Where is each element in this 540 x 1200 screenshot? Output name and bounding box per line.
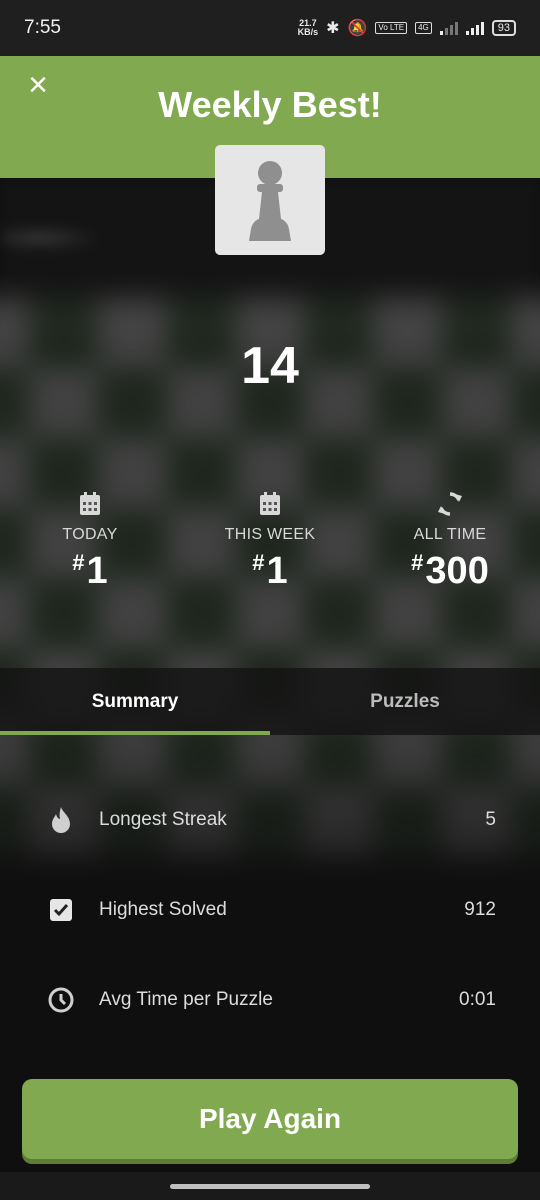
rank-all-time: ALL TIME #300 xyxy=(360,490,540,593)
signal-icon-1 xyxy=(439,21,458,35)
stat-value: 0:01 xyxy=(459,989,496,1010)
status-bar: 7:55 21.7 KB/s ✱ 🔕 Vo LTE 4G 93 xyxy=(0,0,540,56)
stat-label: Highest Solved xyxy=(99,899,227,920)
blurred-board-background xyxy=(0,178,540,1078)
stat-highest-solved: Highest Solved 912 xyxy=(0,886,540,934)
network-type: 4G xyxy=(415,22,432,34)
home-indicator[interactable] xyxy=(170,1184,370,1189)
rank-value: #1 xyxy=(72,550,108,592)
rank-this-week: THIS WEEK #1 xyxy=(180,490,360,593)
rank-today: TODAY #1 xyxy=(0,490,180,593)
rank-value: #300 xyxy=(411,550,489,592)
tab-summary[interactable]: Summary xyxy=(0,668,270,735)
rank-label: TODAY xyxy=(62,526,118,543)
stat-label: Longest Streak xyxy=(99,809,227,830)
stat-label: Avg Time per Puzzle xyxy=(99,989,273,1010)
flame-icon xyxy=(48,807,74,833)
calendar-icon xyxy=(80,492,100,515)
pawn-icon xyxy=(249,161,291,241)
stat-avg-time: Avg Time per Puzzle 0:01 xyxy=(0,976,540,1024)
page-title: Weekly Best! xyxy=(158,84,382,125)
stat-value: 5 xyxy=(485,809,496,830)
rank-label: ALL TIME xyxy=(413,526,487,543)
pawn-avatar xyxy=(215,145,325,255)
clock-icon xyxy=(48,987,74,1013)
bluetooth-icon: ✱ xyxy=(326,20,340,37)
mute-icon: 🔕 xyxy=(347,20,368,37)
rank-label: THIS WEEK xyxy=(224,526,316,543)
battery-icon: 93 xyxy=(491,20,516,36)
play-again-button[interactable]: Play Again xyxy=(22,1079,518,1159)
net-speed: 21.7 KB/s xyxy=(297,18,319,37)
checkbox-icon xyxy=(48,897,74,923)
tab-puzzles[interactable]: Puzzles xyxy=(270,668,540,735)
tab-bar: Summary Puzzles xyxy=(0,668,540,735)
score-value: 14 xyxy=(241,337,299,395)
gesture-nav xyxy=(0,1172,540,1200)
stat-value: 912 xyxy=(464,899,496,920)
stat-longest-streak: Longest Streak 5 xyxy=(0,796,540,844)
volte-badge: Vo LTE xyxy=(375,22,408,34)
calendar-icon xyxy=(260,492,280,515)
signal-icon-2 xyxy=(465,21,484,35)
status-time: 7:55 xyxy=(24,17,61,38)
refresh-icon xyxy=(438,492,462,516)
rank-value: #1 xyxy=(252,550,288,592)
rankings: TODAY #1 THIS WEEK #1 ALL TIME #300 xyxy=(0,490,540,593)
